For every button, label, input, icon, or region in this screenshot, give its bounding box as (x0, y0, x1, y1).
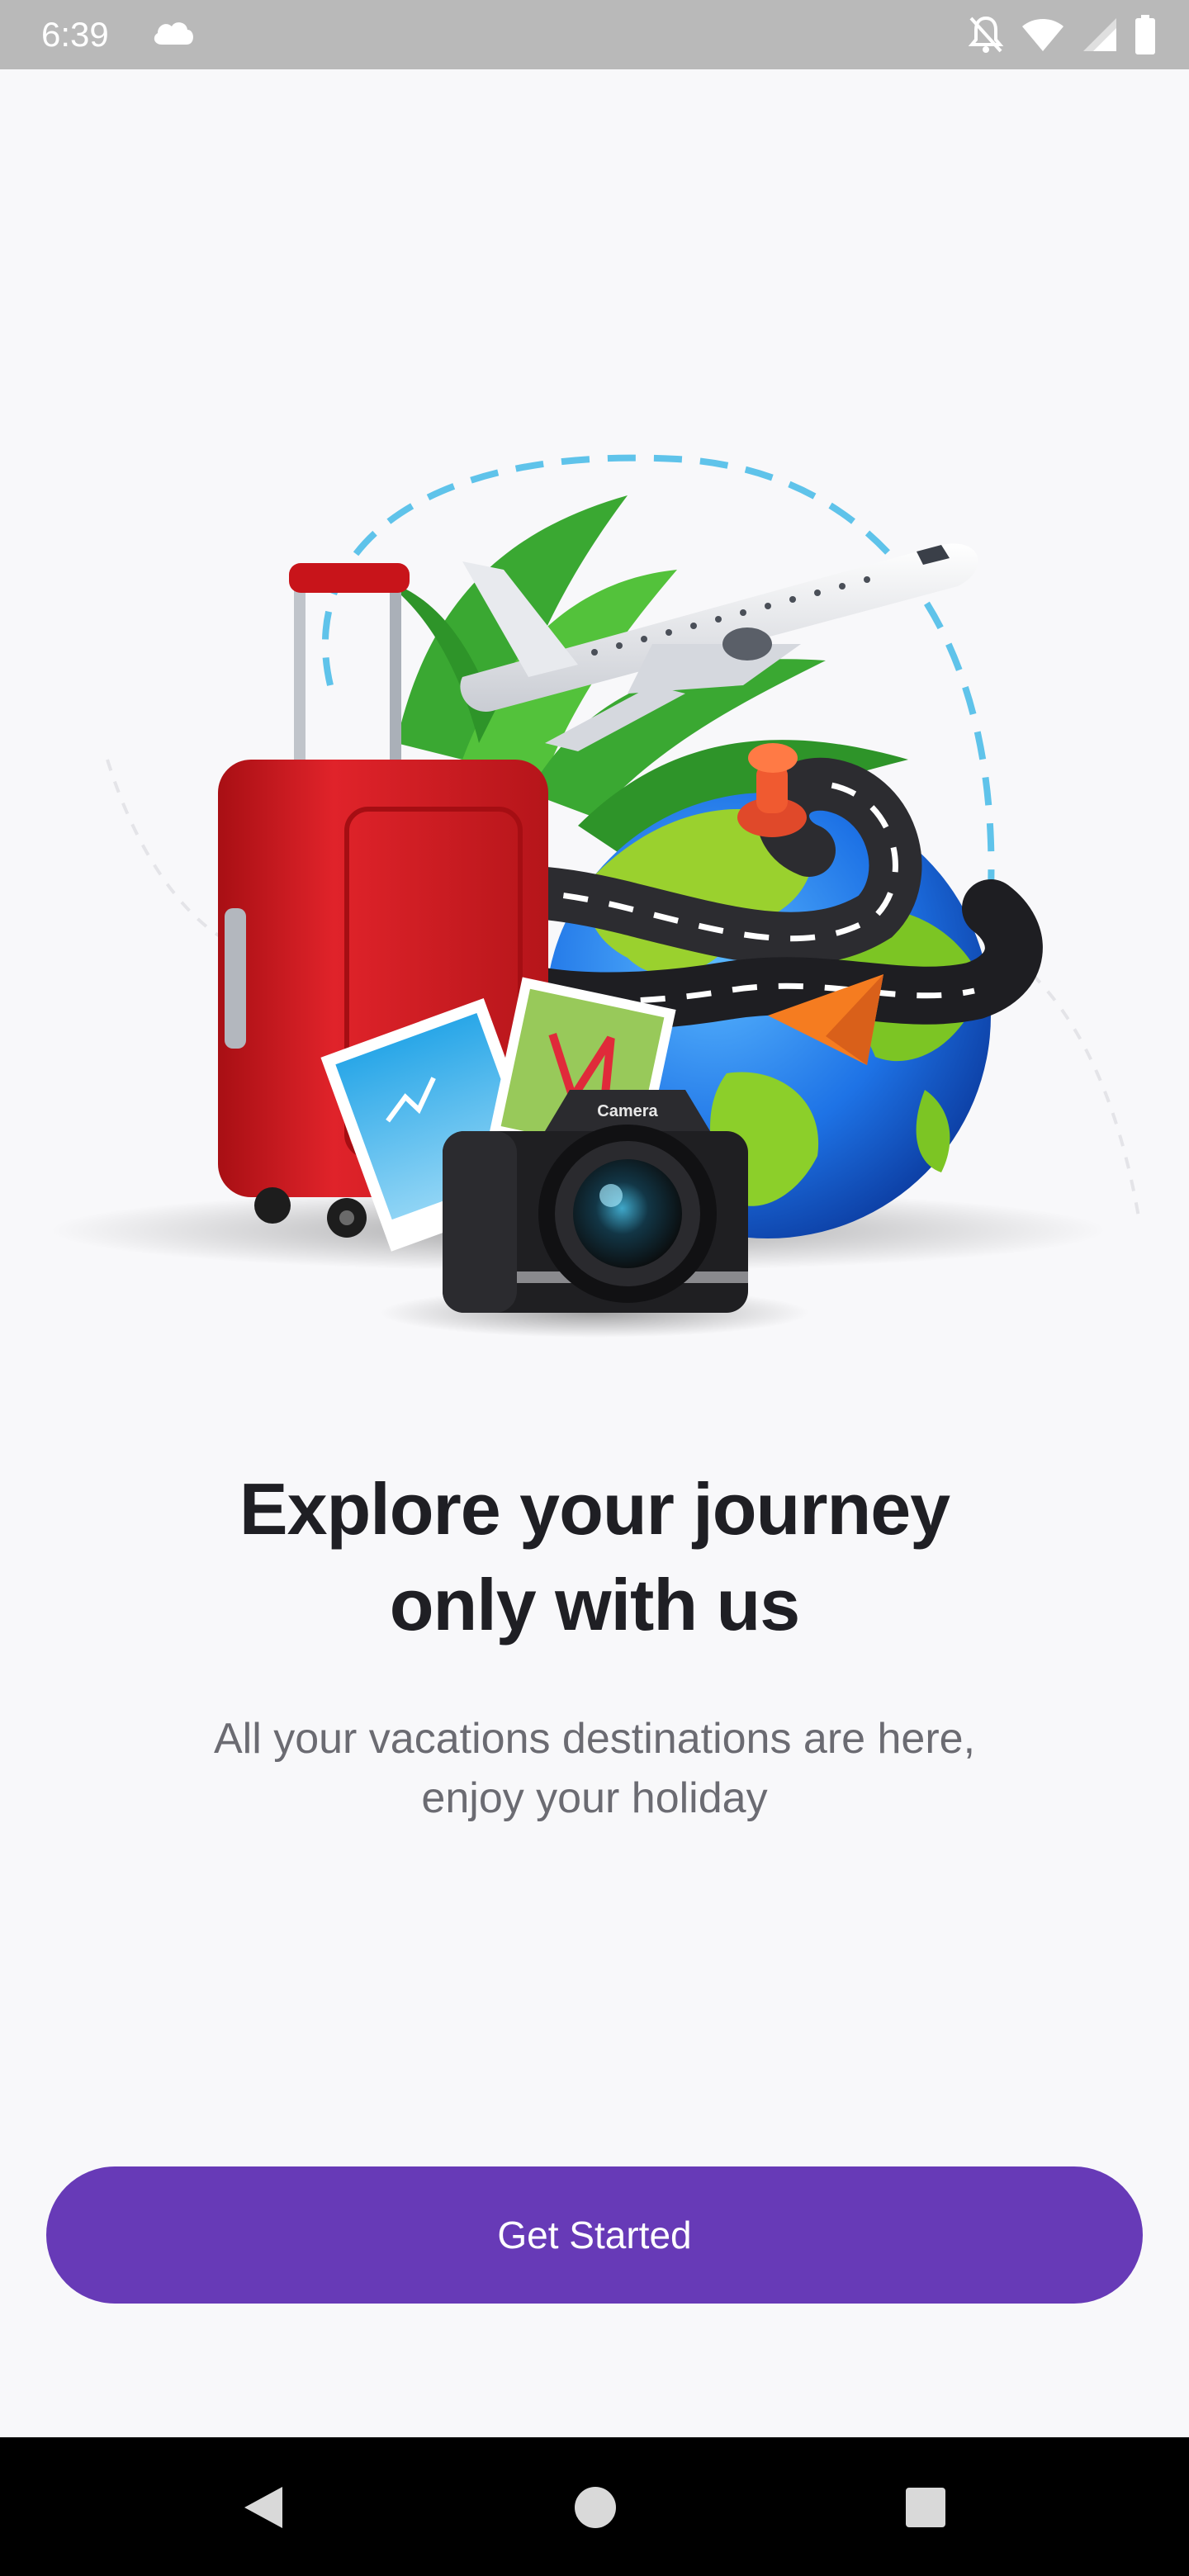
onboarding-title-line2: only with us (389, 1564, 800, 1646)
back-icon[interactable] (238, 2482, 289, 2533)
travel-illustration: Camera (50, 454, 1141, 1338)
camera-label: Camera (597, 1102, 658, 1120)
navigation-bar (0, 2437, 1189, 2576)
home-icon[interactable] (570, 2482, 621, 2533)
onboarding-title-line1: Explore your journey (239, 1468, 950, 1550)
get-started-button[interactable]: Get Started (46, 2166, 1143, 2304)
onboarding-title: Explore your journey only with us (0, 1461, 1189, 1653)
onboarding-subtitle-line1: All your vacations destinations are here… (213, 1715, 976, 1763)
onboarding-subtitle: All your vacations destinations are here… (0, 1709, 1189, 1828)
recents-icon[interactable] (900, 2482, 951, 2533)
onboarding-subtitle-line2: enjoy your holiday (421, 1774, 768, 1822)
